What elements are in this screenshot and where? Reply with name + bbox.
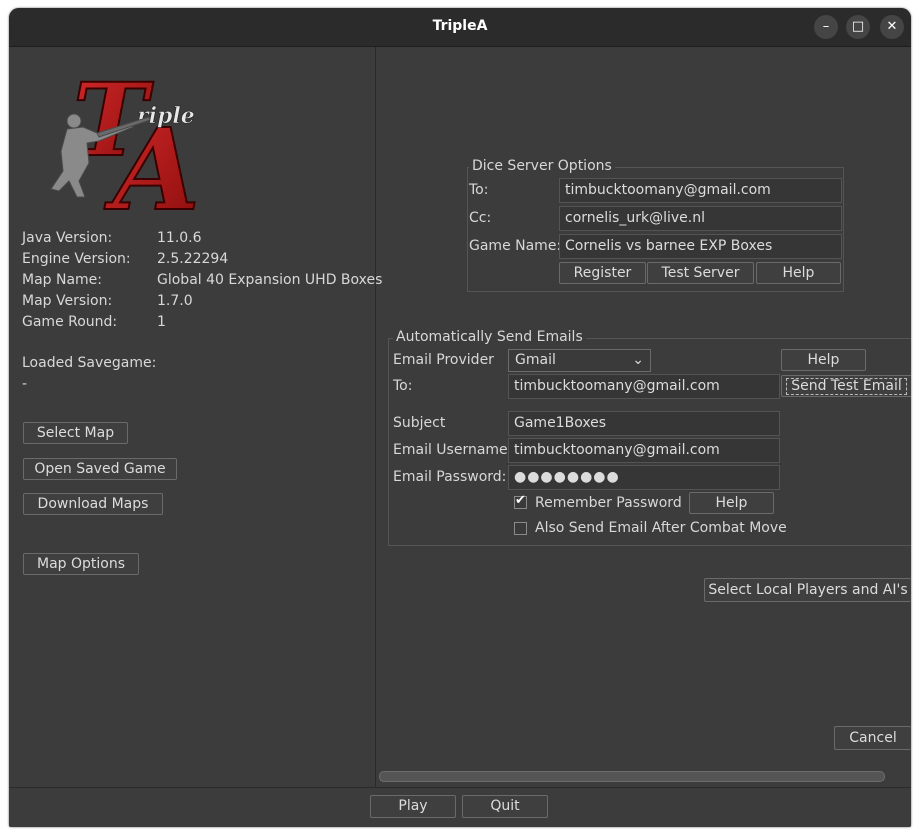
email-provider-help-button[interactable]: Help xyxy=(781,349,866,371)
after-combat-checkbox[interactable] xyxy=(514,522,527,535)
bottom-bar: Play Quit xyxy=(9,787,911,827)
map-name-label: Map Name: xyxy=(22,272,103,288)
email-username-label: Email Username: xyxy=(393,442,513,458)
email-to-label: To: xyxy=(393,378,413,394)
email-subject-field[interactable]: Game1Boxes xyxy=(508,411,780,436)
dice-test-server-button[interactable]: Test Server xyxy=(647,262,754,284)
dice-help-button[interactable]: Help xyxy=(756,262,841,284)
email-password-field[interactable]: ●●●●●●●● xyxy=(508,465,780,490)
dice-to-label: To: xyxy=(469,182,489,198)
email-password-label: Email Password: xyxy=(393,469,507,485)
chevron-down-icon: ⌄ xyxy=(632,352,644,368)
dice-register-button[interactable]: Register xyxy=(559,262,646,284)
dice-server-title: Dice Server Options xyxy=(469,158,615,174)
dice-cc-label: Cc: xyxy=(469,210,492,226)
title-bar: TripleA – □ ✕ xyxy=(9,8,911,47)
minimize-button[interactable]: – xyxy=(814,15,838,39)
send-test-email-button[interactable]: Send Test Email xyxy=(781,375,911,397)
window-title: TripleA xyxy=(432,18,488,34)
loaded-savegame-value: - xyxy=(22,376,28,392)
game-round-value: 1 xyxy=(157,314,166,330)
dice-game-name-field[interactable]: Cornelis vs barnee EXP Boxes xyxy=(559,234,842,259)
dice-cc-field[interactable]: cornelis_urk@live.nl xyxy=(559,206,842,231)
checkmark-icon: ✔ xyxy=(515,493,526,508)
loaded-savegame-label: Loaded Savegame: xyxy=(22,355,157,371)
remember-password-label: Remember Password xyxy=(535,495,682,511)
select-map-button[interactable]: Select Map xyxy=(23,422,128,444)
map-options-button[interactable]: Map Options xyxy=(23,553,139,575)
select-local-players-button[interactable]: Select Local Players and AI's xyxy=(704,578,911,602)
after-combat-label: Also Send Email After Combat Move xyxy=(535,520,787,536)
map-name-value: Global 40 Expansion UHD Boxes xyxy=(157,272,383,288)
engine-version-value: 2.5.22294 xyxy=(157,251,229,267)
map-version-label: Map Version: xyxy=(22,293,113,309)
logo-word: riple xyxy=(137,103,195,129)
game-round-label: Game Round: xyxy=(22,314,118,330)
email-subject-label: Subject xyxy=(393,415,446,431)
close-button[interactable]: ✕ xyxy=(880,15,904,39)
triplea-logo: T A riple xyxy=(50,63,201,211)
open-saved-game-button[interactable]: Open Saved Game xyxy=(23,458,177,480)
dice-to-field[interactable]: timbucktoomany@gmail.com xyxy=(559,178,842,203)
cancel-button[interactable]: Cancel xyxy=(834,726,911,750)
java-version-label: Java Version: xyxy=(22,230,113,246)
app-window: TripleA – □ ✕ T A riple Java Version: 11… xyxy=(9,8,911,827)
download-maps-button[interactable]: Download Maps xyxy=(23,493,163,515)
map-version-value: 1.7.0 xyxy=(157,293,193,309)
maximize-button[interactable]: □ xyxy=(846,15,870,39)
remember-password-checkbox[interactable]: ✔ xyxy=(514,493,527,509)
horizontal-scrollbar[interactable] xyxy=(379,771,885,782)
left-panel: T A riple Java Version: 11.0.6 Engine Ve… xyxy=(9,47,382,787)
play-button[interactable]: Play xyxy=(370,795,456,818)
java-version-value: 11.0.6 xyxy=(157,230,202,246)
send-test-email-label: Send Test Email xyxy=(786,378,907,395)
dice-game-name-label: Game Name: xyxy=(469,238,562,254)
engine-version-label: Engine Version: xyxy=(22,251,131,267)
email-provider-select[interactable]: Gmail ⌄ xyxy=(508,349,651,372)
remember-help-button[interactable]: Help xyxy=(689,492,774,514)
email-provider-value: Gmail xyxy=(515,352,556,368)
email-provider-label: Email Provider xyxy=(393,352,494,368)
email-to-field[interactable]: timbucktoomany@gmail.com xyxy=(508,374,780,399)
quit-button[interactable]: Quit xyxy=(462,795,548,818)
email-group-title: Automatically Send Emails xyxy=(393,329,586,345)
email-username-field[interactable]: timbucktoomany@gmail.com xyxy=(508,438,780,463)
